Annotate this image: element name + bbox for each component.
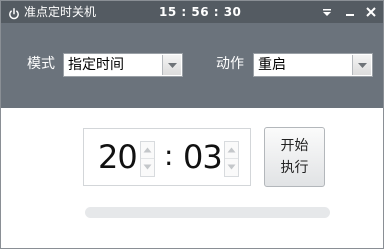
minimize-button[interactable]: [341, 3, 359, 21]
close-icon: [366, 7, 376, 17]
minimize-icon: [346, 14, 354, 16]
action-select[interactable]: 重启: [253, 53, 373, 77]
hour-spinner[interactable]: [140, 141, 155, 177]
minute-field[interactable]: 03: [183, 139, 223, 175]
progress-bar: [85, 207, 330, 218]
minute-spinner[interactable]: [224, 141, 239, 177]
control-band: 模式 指定时间 动作 重启: [1, 23, 383, 108]
execute-button-line2: 执行: [280, 160, 309, 176]
title-bar[interactable]: 准点定时关机 15 : 56 : 30: [1, 1, 383, 23]
app-window: 准点定时关机 15 : 56 : 30 模式 指定时间 动作 重启 20: 0…: [0, 0, 384, 249]
time-separator: :: [164, 139, 174, 172]
power-icon: [8, 5, 20, 20]
caret-up-icon: [227, 147, 236, 153]
minute-down-button[interactable]: [225, 159, 238, 176]
mode-select-value: 指定时间: [68, 57, 124, 73]
action-label: 动作: [216, 56, 244, 72]
caret-up-icon: [143, 147, 152, 153]
app-title: 准点定时关机: [24, 5, 97, 19]
caret-down-icon: [143, 164, 152, 170]
minute-up-button[interactable]: [225, 142, 238, 159]
start-execute-button[interactable]: 开始 执行: [264, 127, 325, 187]
hour-down-button[interactable]: [141, 159, 154, 176]
chevron-down-icon[interactable]: [162, 55, 181, 75]
hour-up-button[interactable]: [141, 142, 154, 159]
current-time: 15 : 56 : 30: [159, 5, 242, 19]
hour-field[interactable]: 20: [98, 139, 138, 175]
caret-down-icon: [227, 164, 236, 170]
chevron-down-icon[interactable]: [352, 55, 371, 75]
execute-button-line1: 开始: [280, 138, 309, 154]
mode-label: 模式: [27, 56, 55, 72]
action-select-value: 重启: [258, 57, 286, 73]
dropdown-menu-icon: [323, 9, 331, 16]
close-button[interactable]: [362, 3, 380, 21]
menu-dropdown-button[interactable]: [318, 3, 336, 21]
time-picker: 20 : 03: [83, 128, 251, 186]
mode-select[interactable]: 指定时间: [63, 53, 183, 77]
